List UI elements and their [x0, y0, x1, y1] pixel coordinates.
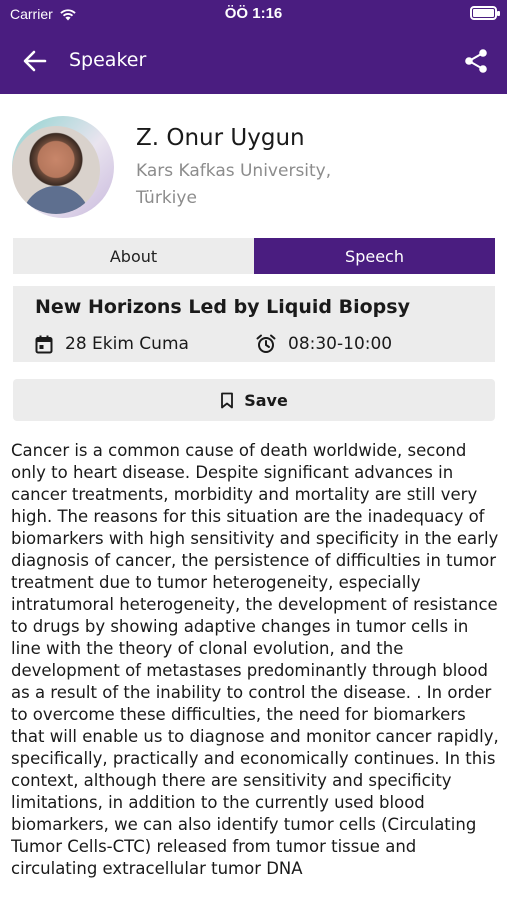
speaker-affiliation: Kars Kafkas University, Türkiye [136, 161, 332, 208]
session-time-label: 08:30-10:00 [288, 334, 393, 354]
speaker-name: Z. Onur Uygun [136, 125, 305, 151]
bookmark-icon [221, 392, 234, 408]
tab-speech[interactable]: Speech [254, 238, 495, 274]
session-title: New Horizons Led by Liquid Biopsy [35, 296, 410, 318]
calendar-icon [35, 335, 53, 353]
save-button-label: Save [244, 390, 288, 410]
share-icon [465, 49, 487, 73]
speaker-profile: Z. Onur Uygun Kars Kafkas University, Tü… [0, 94, 507, 234]
session-card: New Horizons Led by Liquid Biopsy 28 Eki… [13, 286, 495, 362]
session-date: 28 Ekim Cuma [35, 334, 189, 354]
save-button[interactable]: Save [13, 379, 495, 421]
avatar [12, 126, 100, 214]
page-title: Speaker [69, 49, 147, 71]
app-header: Carrier ÖÖ 1:16 Speaker [0, 0, 507, 94]
battery-icon [470, 6, 500, 20]
avatar-frame [12, 116, 114, 218]
session-date-label: 28 Ekim Cuma [65, 334, 189, 354]
nav-bar: Speaker [0, 40, 507, 80]
arrow-left-icon [23, 50, 47, 72]
tab-bar: About Speech [13, 238, 495, 274]
status-bar: Carrier ÖÖ 1:16 [0, 0, 507, 30]
back-button[interactable] [20, 46, 50, 76]
battery-level [473, 9, 494, 17]
avatar-shirt [22, 186, 90, 214]
session-time: 08:30-10:00 [256, 334, 392, 354]
share-button[interactable] [461, 46, 491, 76]
status-time: ÖÖ 1:16 [224, 5, 283, 22]
speech-abstract: Cancer is a common cause of death worldw… [11, 441, 499, 878]
tab-about[interactable]: About [13, 238, 254, 274]
alarm-clock-icon [256, 334, 276, 353]
